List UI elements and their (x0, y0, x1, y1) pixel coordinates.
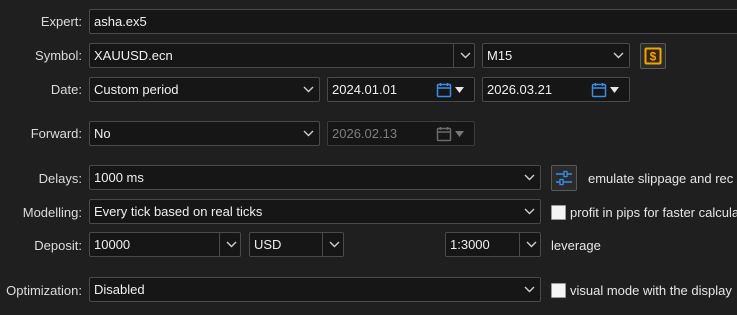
profit-in-pips-checkbox[interactable] (551, 205, 566, 220)
expert-label: Expert: (40, 14, 82, 29)
chevron-down-icon[interactable] (519, 233, 538, 256)
leverage-label: leverage (551, 238, 601, 253)
forward-select[interactable]: No (89, 121, 320, 146)
date-from-picker[interactable]: 2024.01.01 (327, 77, 475, 102)
calendar-button[interactable] (436, 81, 472, 98)
date-period-select[interactable]: Custom period (89, 77, 320, 102)
delays-select[interactable]: 1000 ms (89, 165, 541, 190)
dropdown-arrow-icon (455, 87, 464, 93)
visual-mode-label: visual mode with the display (570, 283, 732, 298)
calendar-icon (436, 126, 452, 142)
symbol-select[interactable]: XAUUSD.ecn (89, 43, 475, 68)
forward-date-value: 2026.02.13 (332, 126, 398, 141)
chevron-down-icon[interactable] (453, 44, 472, 67)
deposit-label: Deposit: (34, 238, 82, 253)
deposit-amount-select[interactable]: 10000 (89, 232, 241, 257)
forward-value: No (94, 126, 111, 141)
calendar-button (436, 125, 472, 142)
date-to-value: 2026.03.21 (487, 82, 553, 97)
chevron-down-icon[interactable] (522, 278, 536, 301)
currency-select[interactable]: USD (249, 232, 344, 257)
sliders-icon (556, 170, 572, 186)
visual-mode-checkbox[interactable] (551, 283, 566, 298)
svg-text:$: $ (650, 50, 657, 64)
chevron-down-icon[interactable] (301, 122, 315, 145)
delay-settings-button[interactable] (551, 165, 577, 191)
symbol-label: Symbol: (35, 48, 82, 63)
forward-label: Forward: (30, 126, 82, 141)
delays-value: 1000 ms (94, 170, 144, 185)
optimization-value: Disabled (94, 282, 145, 297)
delays-label: Delays: (38, 171, 82, 186)
timeframe-value: M15 (487, 48, 513, 63)
leverage-select[interactable]: 1:3000 (445, 232, 541, 257)
expert-value: asha.ex5 (94, 14, 147, 29)
chevron-down-icon[interactable] (522, 200, 536, 223)
calendar-button[interactable] (591, 81, 627, 98)
calendar-icon (436, 82, 452, 98)
profit-in-pips-label: profit in pips for faster calcula (570, 205, 737, 220)
modelling-value: Every tick based on real ticks (94, 204, 263, 219)
expert-field[interactable]: asha.ex5 (89, 9, 737, 34)
chevron-down-icon[interactable] (219, 233, 238, 256)
calendar-icon (591, 82, 607, 98)
dropdown-arrow-icon (610, 87, 619, 93)
date-to-picker[interactable]: 2026.03.21 (482, 77, 630, 102)
symbol-properties-button[interactable]: $ (640, 43, 666, 69)
dollar-icon: $ (644, 47, 662, 65)
modelling-label: Modelling: (22, 205, 82, 220)
chevron-down-icon[interactable] (522, 166, 536, 189)
chevron-down-icon[interactable] (322, 233, 341, 256)
symbol-value: XAUUSD.ecn (94, 48, 173, 63)
optimization-select[interactable]: Disabled (89, 277, 541, 302)
chevron-down-icon[interactable] (611, 44, 625, 67)
forward-date-picker: 2026.02.13 (327, 121, 475, 146)
date-period-value: Custom period (94, 82, 179, 97)
optimization-label: Optimization: (6, 283, 82, 298)
delays-option-text: emulate slippage and rec (588, 171, 734, 186)
date-label: Date: (50, 82, 82, 97)
dropdown-arrow-icon (455, 131, 464, 137)
chevron-down-icon[interactable] (301, 78, 315, 101)
modelling-select[interactable]: Every tick based on real ticks (89, 199, 541, 224)
date-from-value: 2024.01.01 (332, 82, 398, 97)
timeframe-select[interactable]: M15 (482, 43, 630, 68)
